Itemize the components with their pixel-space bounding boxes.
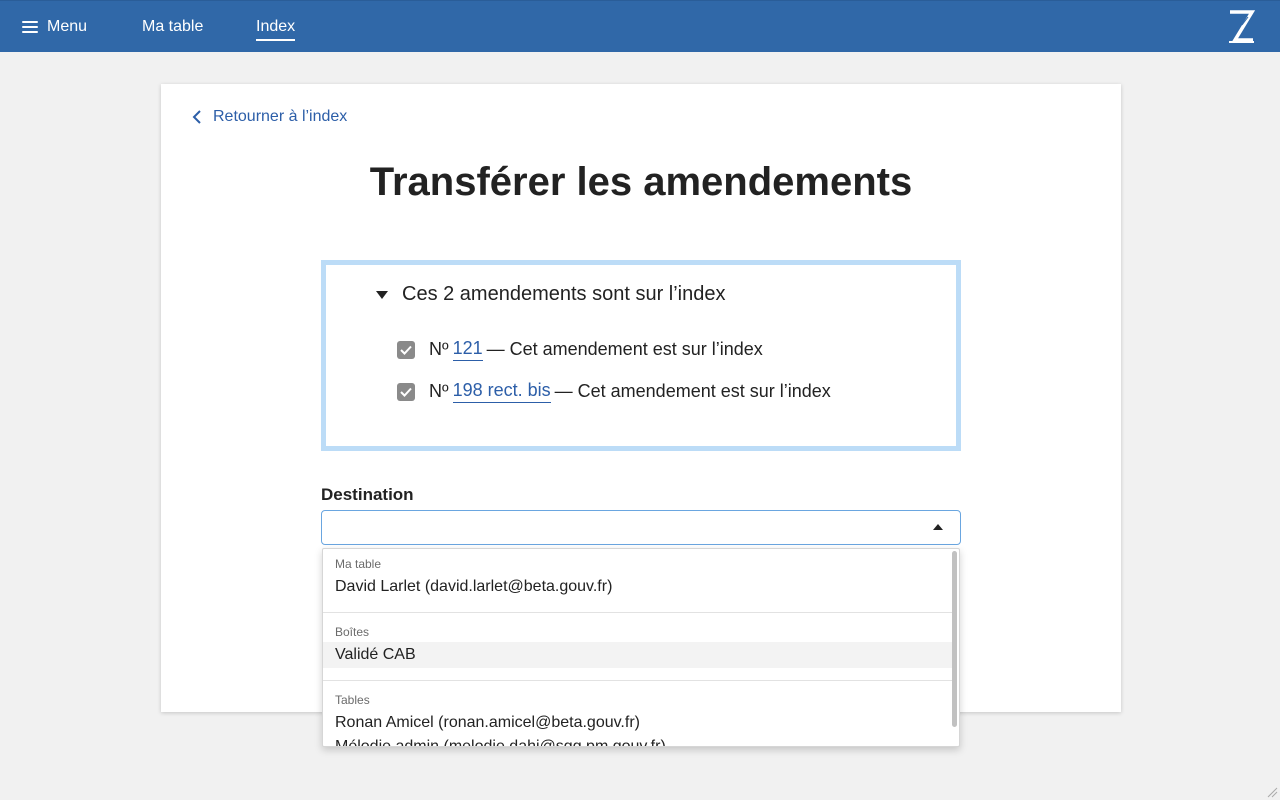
page-title: Transférer les amendements — [369, 160, 913, 204]
summary-label: Ces 2 amendements sont sur l’index — [402, 283, 726, 305]
group-divider — [323, 612, 953, 613]
group-label-tables: Tables — [335, 693, 370, 707]
menu-button[interactable]: Menu — [22, 1, 87, 53]
amendments-summary-toggle[interactable]: Ces 2 amendements sont sur l’index — [376, 283, 726, 306]
back-to-index-link[interactable]: Retourner à l’index — [191, 108, 347, 126]
top-navbar: Menu Ma table Index — [0, 0, 1280, 52]
nav-ma-table-label: Ma table — [142, 18, 204, 35]
amendment-row: Nº 198 rect. bis — Cet amendement est su… — [397, 380, 831, 403]
checkmark-icon — [400, 345, 412, 355]
option-david-larlet[interactable]: David Larlet (david.larlet@beta.gouv.fr) — [323, 574, 953, 600]
option-ronan-amicel[interactable]: Ronan Amicel (ronan.amicel@beta.gouv.fr) — [323, 710, 953, 736]
amendment-row: Nº 121 — Cet amendement est sur l’index — [397, 338, 763, 361]
chevron-left-icon — [192, 110, 201, 124]
group-label-boites: Boîtes — [335, 625, 370, 639]
caret-up-icon — [933, 524, 943, 530]
destination-select[interactable] — [321, 510, 961, 545]
amendment-checkbox[interactable] — [397, 340, 415, 359]
option-valide-cab[interactable]: Validé CAB — [323, 642, 953, 668]
disclosure-triangle-icon — [376, 290, 388, 299]
amendment-prefix: Nº — [429, 381, 449, 401]
amendment-number-link[interactable]: 121 — [452, 338, 483, 361]
amendment-status-text: — Cet amendement est sur l’index — [486, 339, 763, 359]
active-tab-underline — [256, 39, 296, 41]
amendment-status-text: — Cet amendement est sur l’index — [554, 381, 831, 401]
group-divider — [323, 680, 953, 681]
nav-ma-table[interactable]: Ma table — [142, 1, 203, 53]
option-melodie-admin[interactable]: Mélodie admin (melodie.dahi@sgg.pm.gouv.… — [323, 734, 953, 746]
hamburger-icon — [22, 21, 38, 33]
destination-dropdown-list[interactable]: Ma table David Larlet (david.larlet@beta… — [322, 548, 960, 747]
amendments-selection-box: Ces 2 amendements sont sur l’index Nº 12… — [321, 260, 961, 451]
nav-index[interactable]: Index — [256, 1, 296, 53]
nav-index-label: Index — [256, 18, 296, 35]
amendment-checkbox[interactable] — [397, 382, 415, 401]
dropdown-scrollbar[interactable] — [952, 551, 957, 727]
back-link-label: Retourner à l’index — [213, 108, 348, 125]
z-logo-icon[interactable] — [1226, 9, 1256, 45]
checkmark-icon — [400, 387, 412, 397]
group-label-ma-table: Ma table — [335, 557, 382, 571]
resize-grip-icon[interactable] — [1266, 786, 1278, 798]
destination-label: Destination — [321, 485, 414, 504]
amendment-number-link[interactable]: 198 rect. bis — [452, 380, 551, 403]
amendment-prefix: Nº — [429, 339, 449, 359]
menu-label: Menu — [47, 18, 88, 35]
